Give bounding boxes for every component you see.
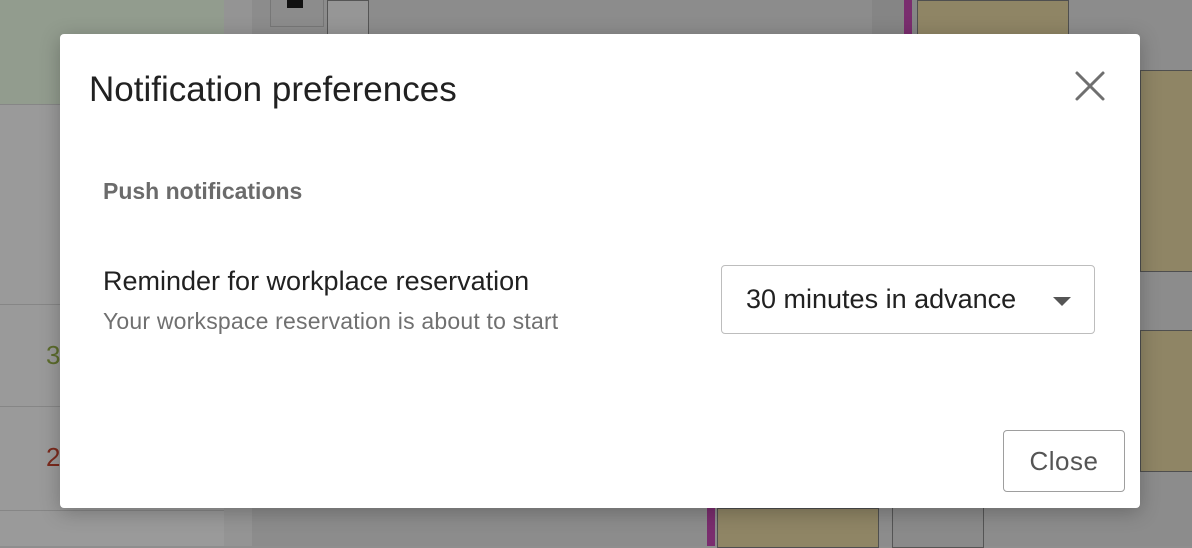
map-desk-area [1140,330,1192,472]
notification-preferences-dialog: Notification preferences Push notificati… [60,34,1140,508]
background-count: 3 [46,340,61,370]
setting-description: Your workspace reservation is about to s… [103,308,559,334]
close-icon [1075,71,1105,101]
map-desk-area [917,0,1069,36]
dialog-title: Notification preferences [89,70,457,109]
map-control-icon [287,0,303,8]
select-value: 30 minutes in advance [746,284,1017,314]
background-count: 2 [46,442,61,472]
map-desk-area [1140,70,1192,272]
map-wall-accent [707,508,715,546]
setting-title: Reminder for workplace reservation [103,266,530,296]
map-corridor [327,0,369,36]
reminder-time-select[interactable]: 30 minutes in advance [721,265,1095,334]
caret-down-icon [1053,297,1071,306]
map-desk-area [717,508,879,548]
section-heading: Push notifications [103,178,303,204]
close-button[interactable]: Close [1003,430,1125,492]
close-icon-button[interactable] [1072,68,1108,104]
map-wall-accent [904,0,912,34]
map-control-button [270,0,324,27]
